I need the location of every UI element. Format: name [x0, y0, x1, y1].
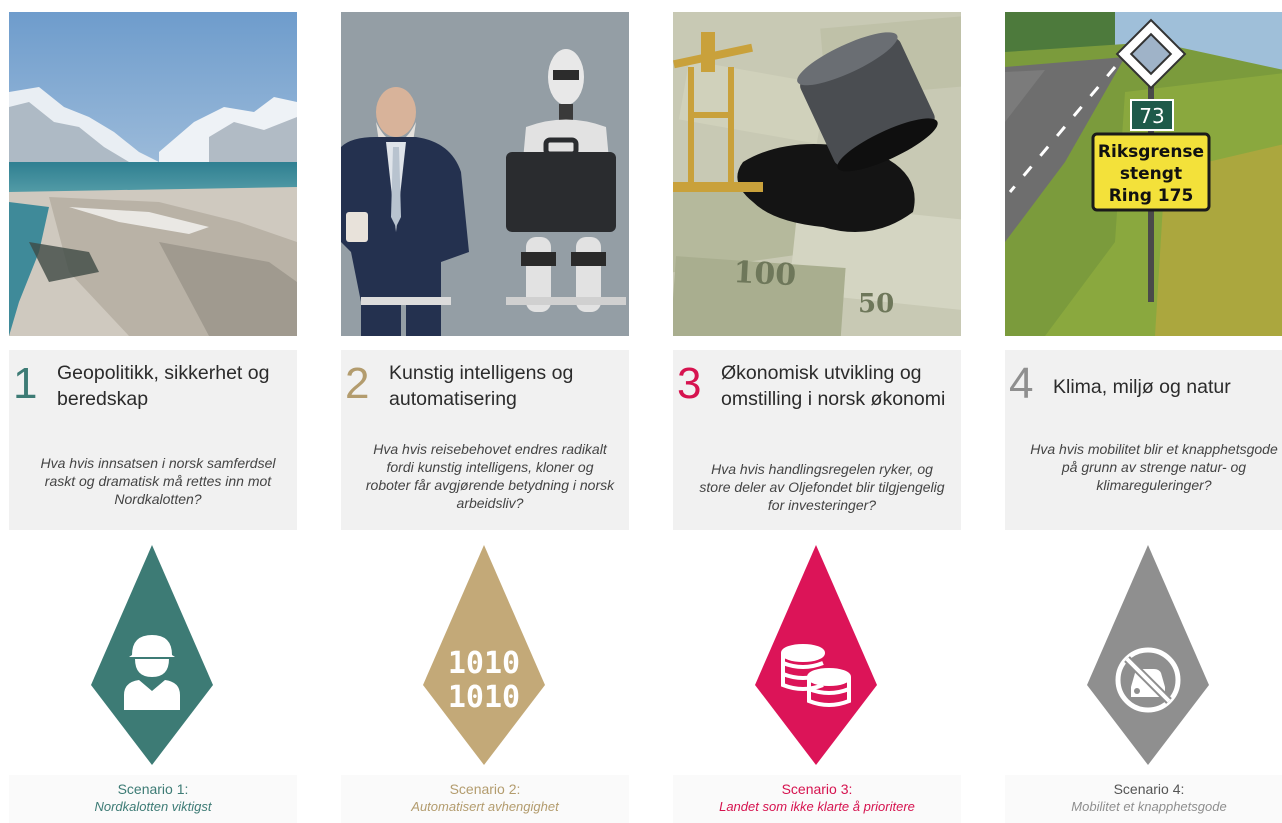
theme-number: 2 [345, 359, 370, 408]
scenario-name: Landet som ikke klarte å prioritere [719, 799, 915, 814]
scenario-caption: Scenario 1: Nordkalotten viktigst [9, 775, 297, 823]
scenario-column-1: 1 Geopolitikk, sikkerhet og beredskap Hv… [9, 0, 297, 823]
theme-number: 1 [13, 359, 38, 408]
scenario-name: Mobilitet et knapphetsgode [1071, 799, 1227, 814]
theme-question: Hva hvis handlingsregelen ryker, og stor… [699, 461, 945, 513]
scenario-label: Scenario 4: [1113, 781, 1185, 797]
scenario-label: Scenario 3: [781, 781, 853, 797]
sign-line-1: Riksgrense [1098, 142, 1204, 162]
theme-question: Hva hvis reisebehovet endres radikalt fo… [365, 441, 615, 511]
theme-title: Klima, miljø og natur [1053, 376, 1231, 398]
scenario-label: Scenario 1: [117, 781, 189, 797]
theme-title: Kunstig intelligens og automatisering [389, 362, 574, 410]
scenario-diamond [77, 545, 227, 765]
binary-icon: 1010 1010 [448, 646, 520, 715]
svg-text:50: 50 [858, 289, 894, 319]
theme-title: Økonomisk utvikling og omstilling i nors… [721, 362, 946, 410]
svg-text:100: 100 [733, 255, 797, 293]
road-sign-photo: 73 Riksgrense stengt Ring 175 [1005, 12, 1282, 336]
arctic-beach-photo [9, 12, 297, 336]
binary-icon-line-1: 1010 [448, 646, 520, 681]
theme-card: 3 Økonomisk utvikling og omstilling i no… [673, 350, 961, 530]
theme-card: 2 Kunstig intelligens og automatisering … [341, 350, 629, 530]
scenario-name: Automatisert avhengighet [411, 799, 559, 814]
scenario-diamond: 1010 1010 [409, 545, 559, 765]
man-and-robot-photo [341, 12, 629, 336]
scenario-caption: Scenario 4: Mobilitet et knapphetsgode [1005, 775, 1282, 823]
scenario-name: Nordkalotten viktigst [94, 799, 212, 814]
theme-card: 4 Klima, miljø og natur Hva hvis mobilit… [1005, 350, 1282, 530]
theme-number: 4 [1009, 359, 1034, 408]
scenario-label: Scenario 2: [449, 781, 521, 797]
scenario-caption: Scenario 3: Landet som ikke klarte å pri… [673, 775, 961, 823]
theme-number: 3 [677, 359, 702, 408]
sign-line-3: Ring 175 [1109, 186, 1194, 206]
road-number: 73 [1139, 104, 1164, 128]
scenario-column-4: 73 Riksgrense stengt Ring 175 4 Klima, m… [1005, 0, 1282, 823]
theme-question: Hva hvis innsatsen i norsk samferdsel ra… [40, 455, 276, 507]
scenario-diamond [741, 545, 891, 765]
theme-title: Geopolitikk, sikkerhet og beredskap [57, 362, 270, 410]
sign-line-2: stengt [1120, 164, 1182, 184]
oil-on-money-photo: 100 50 [673, 12, 961, 336]
binary-icon-line-2: 1010 [448, 680, 520, 715]
theme-card: 1 Geopolitikk, sikkerhet og beredskap Hv… [9, 350, 297, 530]
scenario-column-2: 2 Kunstig intelligens og automatisering … [341, 0, 629, 823]
scenario-diamond [1073, 545, 1223, 765]
scenario-column-3: 100 50 3 Økonomisk utvikling og omstilli… [673, 0, 961, 823]
theme-question: Hva hvis mobilitet blir et knapphetsgode… [1030, 441, 1278, 493]
scenario-caption: Scenario 2: Automatisert avhengighet [341, 775, 629, 823]
